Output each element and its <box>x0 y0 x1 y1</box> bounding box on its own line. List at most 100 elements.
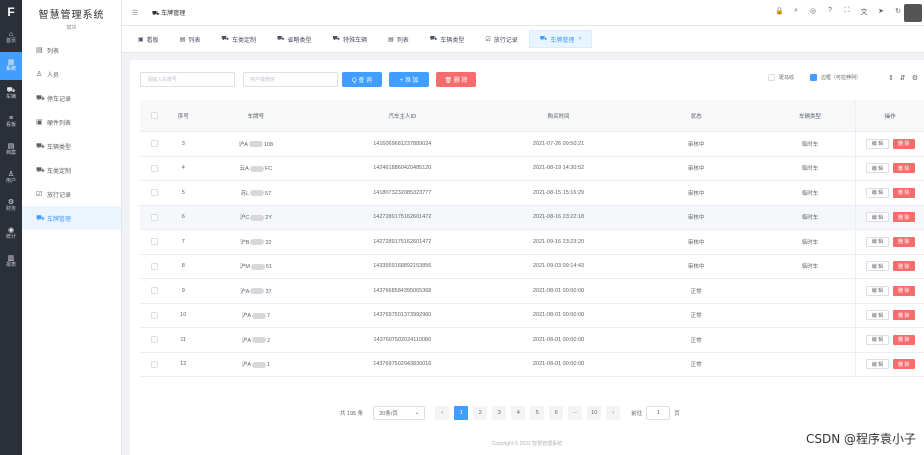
table-row[interactable]: 10 沪A 7 1437697501373992960 2021-08-01 00:00… <box>140 303 924 328</box>
tag-item[interactable]: ▤ 列表 <box>378 30 419 48</box>
plate-search-input[interactable]: 请输入车牌号 <box>140 72 235 87</box>
row-checkbox[interactable] <box>151 164 159 172</box>
table-row[interactable]: 8 沪M 51 1433559168892153856 2021-09-03 09:14… <box>140 254 924 279</box>
goto-input[interactable]: 1 <box>646 406 671 420</box>
sidebar-item[interactable]: ☑ 放行记录 <box>22 182 121 206</box>
row-select-cell[interactable] <box>140 164 169 172</box>
row-select-cell[interactable] <box>140 262 169 270</box>
table-row[interactable]: 5 苏L 57 1418073232085323777 2021-08-15 15:16… <box>140 181 924 206</box>
row-delete-button[interactable]: 删 除 <box>893 212 915 223</box>
github-icon[interactable]: ◎ <box>809 7 817 17</box>
edit-button[interactable]: 编 辑 <box>865 261 890 272</box>
page-button[interactable]: 6 <box>549 406 564 420</box>
owner-search-input[interactable]: 用户或微信 <box>243 72 338 87</box>
row-select-cell[interactable] <box>140 140 169 148</box>
rail-item[interactable]: ⌂ 首页 <box>0 24 22 52</box>
row-checkbox[interactable] <box>151 238 159 246</box>
tag-item[interactable]: ▣ 看板 <box>128 30 169 48</box>
table-row[interactable]: 11 沪A 2 1437697502024110080 2021-08-01 00:00… <box>140 328 924 353</box>
row-select-cell[interactable] <box>140 238 169 246</box>
row-delete-button[interactable]: 删 除 <box>893 163 915 174</box>
row-checkbox[interactable] <box>151 262 159 270</box>
sidebar-item[interactable]: ⛟ 车牌管理 <box>22 206 121 230</box>
tag-item[interactable]: ⛟ 特殊车辆 <box>323 30 378 48</box>
sidebar-item[interactable]: ▤ 列表 <box>22 38 121 62</box>
columns-icon[interactable]: ⇕ <box>888 74 894 82</box>
edit-button[interactable]: 编 辑 <box>865 138 890 149</box>
rail-item[interactable]: ⚙ 财务 <box>0 192 22 220</box>
translate-icon[interactable]: 文 <box>860 7 868 17</box>
tag-item[interactable]: ⛟ 车类定制 <box>211 30 266 48</box>
tag-item[interactable]: ⛟ 车牌管理 × <box>528 30 593 48</box>
row-select-cell[interactable] <box>140 287 169 295</box>
tag-item[interactable]: ⛟ 车辆类型 <box>420 30 475 48</box>
settings-icon[interactable]: ⚙ <box>912 74 918 82</box>
select-all-checkbox[interactable] <box>151 112 159 119</box>
query-button[interactable]: Q 查 询 <box>342 72 382 87</box>
row-select-cell[interactable] <box>140 336 169 344</box>
rail-item[interactable]: ▤ 档案 <box>0 136 22 164</box>
row-delete-button[interactable]: 删 除 <box>893 261 915 272</box>
fullscreen-icon[interactable]: ⛶ <box>843 7 851 17</box>
delete-button[interactable]: 🗑 删 除 <box>436 72 476 87</box>
row-checkbox[interactable] <box>151 360 159 368</box>
avatar[interactable] <box>904 4 922 22</box>
row-checkbox[interactable] <box>151 189 159 197</box>
row-delete-button[interactable]: 删 除 <box>893 236 915 247</box>
rail-item[interactable]: ♙ 用户 <box>0 164 22 192</box>
edit-button[interactable]: 编 辑 <box>865 163 890 174</box>
table-row[interactable]: 12 沪A 1 1437697502943830016 2021-08-01 00:00… <box>140 352 924 377</box>
tag-item[interactable]: ☑ 放行记录 <box>475 30 527 48</box>
rail-item[interactable]: ▥ 报表 <box>0 248 22 276</box>
row-delete-button[interactable]: 删 除 <box>893 187 915 198</box>
page-button[interactable]: 2 <box>473 406 488 420</box>
breadcrumb[interactable]: ⛟ 车牌管理 <box>152 8 185 18</box>
sidebar-item[interactable]: ♙ 人员 <box>22 62 121 86</box>
row-checkbox[interactable] <box>151 287 159 295</box>
page-button[interactable]: 5 <box>530 406 545 420</box>
table-row[interactable]: 9 沪A 37 1437668584395065368 2021-08-01 00:00… <box>140 279 924 304</box>
edit-button[interactable]: 编 辑 <box>865 359 890 370</box>
row-checkbox[interactable] <box>151 140 159 148</box>
row-delete-button[interactable]: 删 除 <box>893 359 915 370</box>
add-button[interactable]: + 添 加 <box>389 72 429 87</box>
rail-item[interactable]: ≡ 看板 <box>0 108 22 136</box>
row-select-cell[interactable] <box>140 311 169 319</box>
edit-button[interactable]: 编 辑 <box>865 187 890 198</box>
table-row[interactable]: 3 沪A 108 1416069681237889024 2021-07-26 09:5… <box>140 132 924 157</box>
sidebar-item[interactable]: ⛟ 停车记录 <box>22 86 121 110</box>
edit-button[interactable]: 编 辑 <box>865 310 890 321</box>
rail-item[interactable]: ▦ 系统 <box>0 52 22 80</box>
page-button[interactable]: 4 <box>511 406 526 420</box>
question-icon[interactable]: ? <box>826 7 834 17</box>
row-checkbox[interactable] <box>151 336 159 344</box>
table-row[interactable]: 7 沪B 32 1427289175162601472 2021-09-16 23:23… <box>140 230 924 255</box>
next-page-button[interactable]: › <box>606 406 621 420</box>
border-checkbox[interactable]: 边框（可拉伸列） <box>810 74 861 81</box>
row-delete-button[interactable]: 删 除 <box>893 285 915 296</box>
table-row[interactable]: 6 沪C 2Y 1427289175162601472 2021-08-16 23:22… <box>140 205 924 230</box>
table-row[interactable]: 4 云A FC 1424618860420485120 2021-08-19 14:30… <box>140 156 924 181</box>
search-icon[interactable]: ⌕ <box>792 7 800 17</box>
sidebar-item[interactable]: ⛟ 车类定制 <box>22 158 121 182</box>
close-icon[interactable]: × <box>578 36 581 42</box>
row-select-cell[interactable] <box>140 213 169 221</box>
row-delete-button[interactable]: 删 除 <box>893 334 915 345</box>
density-icon[interactable]: ⇵ <box>900 74 906 82</box>
edit-button[interactable]: 编 辑 <box>865 285 890 296</box>
edit-button[interactable]: 编 辑 <box>865 334 890 345</box>
tag-item[interactable]: ▤ 列表 <box>170 30 211 48</box>
lock-icon[interactable]: 🔒 <box>775 7 784 17</box>
prev-page-button[interactable]: ‹ <box>435 406 450 420</box>
sidebar-item[interactable]: ⛟ 车辆类型 <box>22 134 121 158</box>
page-size-select[interactable]: 20条/页 ⌄ <box>373 406 426 420</box>
page-button[interactable]: 3 <box>492 406 507 420</box>
row-select-cell[interactable] <box>140 360 169 368</box>
page-button[interactable]: 1 <box>454 406 469 420</box>
select-all-cell[interactable] <box>140 112 169 119</box>
send-icon[interactable]: ➤ <box>877 7 885 17</box>
page-button[interactable]: 10 <box>587 406 602 420</box>
zebra-checkbox[interactable]: 斑马纹 <box>768 74 794 81</box>
row-delete-button[interactable]: 删 除 <box>893 310 915 321</box>
rail-item[interactable]: ⛟ 车辆 <box>0 80 22 108</box>
